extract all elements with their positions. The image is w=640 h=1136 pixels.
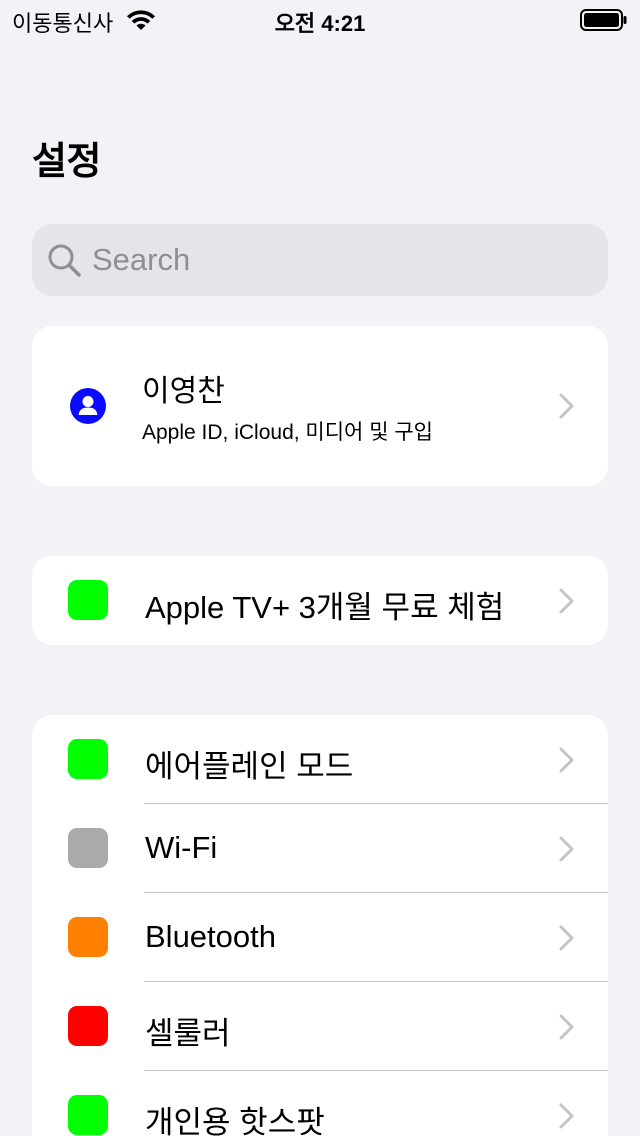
wifi-settings-icon bbox=[68, 828, 108, 868]
chevron-right-icon bbox=[559, 747, 574, 773]
row-label: 에어플레인 모드 bbox=[145, 749, 354, 784]
promo-row[interactable]: Apple TV+ 3개월 무료 체험 bbox=[32, 556, 608, 645]
bluetooth-icon bbox=[68, 917, 108, 957]
profile-subtitle: Apple ID, iCloud, 미디어 및 구입 bbox=[142, 421, 434, 444]
settings-row-wifi[interactable]: Wi-Fi bbox=[32, 804, 608, 893]
page-title: 설정 bbox=[32, 141, 101, 183]
airplane-icon bbox=[68, 739, 108, 779]
chevron-right-icon bbox=[559, 836, 574, 862]
row-label: Bluetooth bbox=[145, 919, 276, 954]
settings-list: 에어플레인 모드 Wi-Fi Bluetooth 셀룰러 개인용 핫스팟 bbox=[32, 715, 608, 1136]
row-label: Wi-Fi bbox=[145, 830, 218, 865]
hotspot-icon bbox=[68, 1095, 108, 1135]
settings-row-cellular[interactable]: 셀룰러 bbox=[32, 982, 608, 1071]
chevron-right-icon bbox=[559, 925, 574, 951]
search-icon bbox=[48, 244, 81, 277]
row-label: 개인용 핫스팟 bbox=[145, 1105, 325, 1136]
battery-icon bbox=[580, 9, 627, 31]
cellular-icon bbox=[68, 1006, 108, 1046]
apple-id-profile-row[interactable]: 이영찬 Apple ID, iCloud, 미디어 및 구입 bbox=[32, 326, 608, 486]
promo-label: Apple TV+ 3개월 무료 체험 bbox=[145, 590, 505, 625]
search-input[interactable] bbox=[92, 230, 572, 290]
chevron-right-icon bbox=[559, 1103, 574, 1129]
settings-row-airplane-mode[interactable]: 에어플레인 모드 bbox=[32, 715, 608, 804]
chevron-right-icon bbox=[559, 1014, 574, 1040]
search-bar[interactable] bbox=[32, 224, 608, 296]
chevron-right-icon bbox=[559, 588, 574, 614]
apple-tv-icon bbox=[68, 580, 108, 620]
settings-row-personal-hotspot[interactable]: 개인용 핫스팟 bbox=[32, 1071, 608, 1136]
chevron-right-icon bbox=[559, 393, 574, 419]
settings-row-bluetooth[interactable]: Bluetooth bbox=[32, 893, 608, 982]
profile-name: 이영찬 bbox=[142, 375, 225, 408]
status-bar: 이동통신사 오전 4:21 bbox=[0, 0, 640, 40]
status-time: 오전 4:21 bbox=[274, 11, 366, 36]
row-label: 셀룰러 bbox=[145, 1016, 231, 1051]
apple-tv-promo-row[interactable]: Apple TV+ 3개월 무료 체험 bbox=[32, 556, 608, 645]
avatar-icon bbox=[70, 388, 106, 424]
settings-screen: 이동통신사 오전 4:21 설정 이영찬 Apple ID, iCloud, 미 bbox=[0, 0, 640, 1136]
